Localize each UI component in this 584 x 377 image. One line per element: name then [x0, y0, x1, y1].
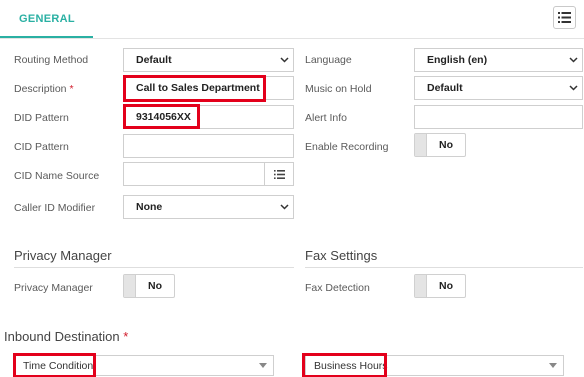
inbound-destination-title: Inbound Destination	[4, 329, 120, 344]
chevron-down-icon	[278, 54, 290, 66]
privacy-manager-heading: Privacy Manager	[14, 248, 112, 263]
toggle-knob	[415, 275, 427, 297]
list-view-button[interactable]	[553, 6, 576, 29]
privacy-manager-toggle[interactable]: No	[123, 274, 175, 298]
chevron-down-icon	[567, 82, 579, 94]
privacy-manager-value: No	[148, 280, 162, 292]
did-pattern-value: 9314056XX	[136, 111, 191, 123]
routing-method-label: Routing Method	[14, 54, 89, 66]
enable-recording-label: Enable Recording	[305, 141, 389, 153]
caller-id-modifier-label: Caller ID Modifier	[14, 202, 96, 214]
required-marker: *	[69, 83, 74, 95]
language-select[interactable]: English (en)	[414, 48, 583, 72]
routing-method-value: Default	[136, 54, 172, 66]
inbound-destination-heading: Inbound Destination *	[4, 329, 128, 344]
caret-down-icon	[259, 363, 267, 368]
destination-type-value: Time Condition	[23, 359, 94, 372]
cid-pattern-input[interactable]	[123, 134, 294, 158]
privacy-manager-label: Privacy Manager	[14, 282, 93, 294]
language-value: English (en)	[427, 54, 488, 66]
tab-divider	[0, 38, 584, 39]
chevron-down-icon	[278, 201, 290, 213]
caller-id-modifier-value: None	[136, 201, 163, 213]
music-on-hold-select[interactable]: Default	[414, 76, 583, 100]
privacy-divider	[14, 267, 294, 268]
destination-type-select[interactable]: Time Condition	[14, 355, 274, 376]
music-on-hold-label: Music on Hold	[305, 83, 372, 95]
toggle-knob	[124, 275, 136, 297]
list-icon	[273, 169, 285, 179]
routing-method-select[interactable]: Default	[123, 48, 294, 72]
chevron-down-icon	[567, 54, 579, 66]
enable-recording-value: No	[439, 139, 453, 151]
cid-name-source-input[interactable]	[123, 162, 265, 186]
fax-detection-toggle[interactable]: No	[414, 274, 466, 298]
cid-name-source-label: CID Name Source	[14, 170, 100, 182]
destination-target-select[interactable]: Business Hours	[305, 355, 564, 376]
fax-detection-label: Fax Detection	[305, 282, 370, 294]
tab-general[interactable]: GENERAL	[14, 0, 80, 37]
caller-id-modifier-select[interactable]: None	[123, 195, 294, 219]
fax-divider	[305, 267, 583, 268]
destination-target-value: Business Hours	[314, 359, 388, 372]
list-icon	[558, 12, 571, 23]
did-pattern-label: DID Pattern	[14, 112, 69, 124]
description-value: Call to Sales Department	[136, 82, 260, 94]
language-label: Language	[305, 54, 352, 66]
caret-down-icon	[549, 363, 557, 368]
music-on-hold-value: Default	[427, 82, 463, 94]
alert-info-label: Alert Info	[305, 112, 348, 124]
fax-settings-heading: Fax Settings	[305, 248, 378, 263]
description-input[interactable]: Call to Sales Department	[123, 76, 294, 100]
cid-pattern-label: CID Pattern	[14, 141, 69, 153]
description-label: Description *	[14, 82, 74, 96]
required-marker: *	[123, 329, 129, 344]
alert-info-input[interactable]	[414, 105, 583, 129]
enable-recording-toggle[interactable]: No	[414, 133, 466, 157]
cid-name-source-button[interactable]	[265, 162, 294, 186]
fax-detection-value: No	[439, 280, 453, 292]
did-pattern-input[interactable]: 9314056XX	[123, 105, 294, 129]
description-label-text: Description	[14, 83, 67, 95]
toggle-knob	[415, 134, 427, 156]
